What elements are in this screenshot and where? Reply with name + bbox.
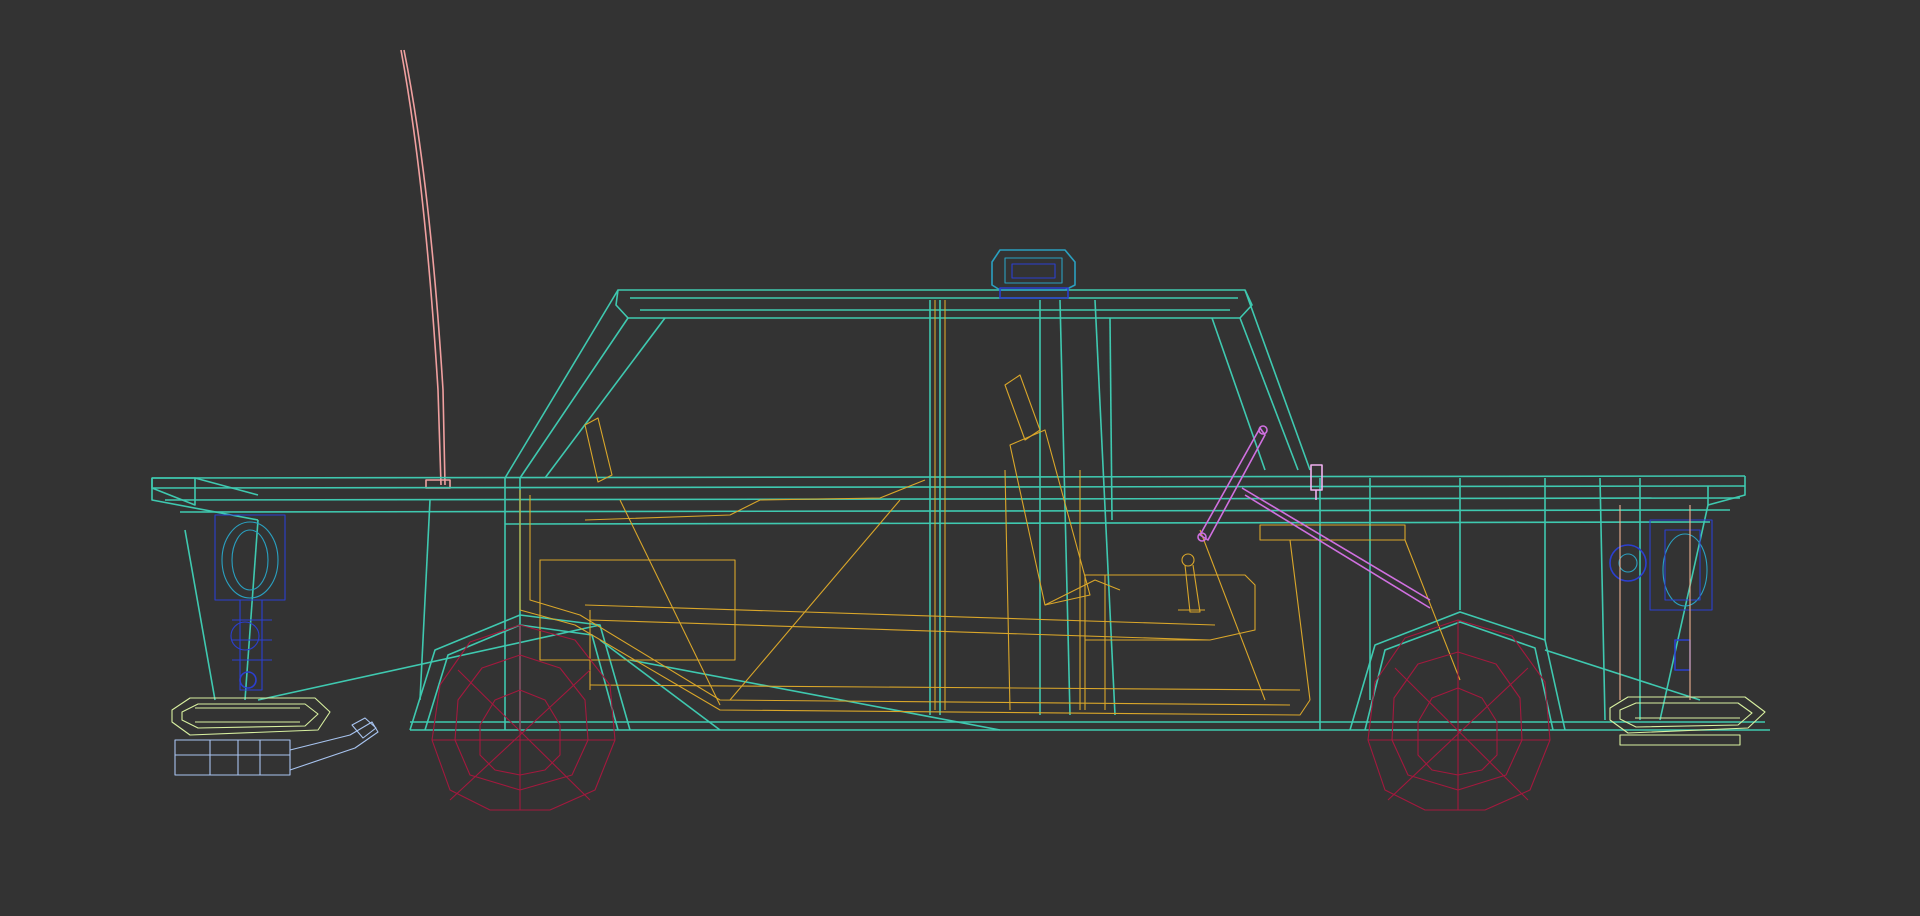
3d-viewport[interactable] (0, 0, 1920, 916)
rear-bumper[interactable] (1609, 696, 1766, 746)
front-wheel[interactable] (431, 624, 616, 811)
wireframe-canvas[interactable] (0, 0, 1920, 916)
rear-suspension[interactable] (1609, 505, 1713, 700)
car-body-wireframe[interactable] (151, 289, 1770, 731)
antenna[interactable] (400, 49, 451, 489)
front-bumper[interactable] (171, 697, 331, 736)
roof-light[interactable] (991, 249, 1076, 299)
rear-wheel[interactable] (1367, 619, 1551, 811)
interior-frame[interactable] (519, 300, 1461, 716)
front-suspension[interactable] (214, 514, 286, 691)
steering-wheel[interactable] (1197, 425, 1431, 609)
